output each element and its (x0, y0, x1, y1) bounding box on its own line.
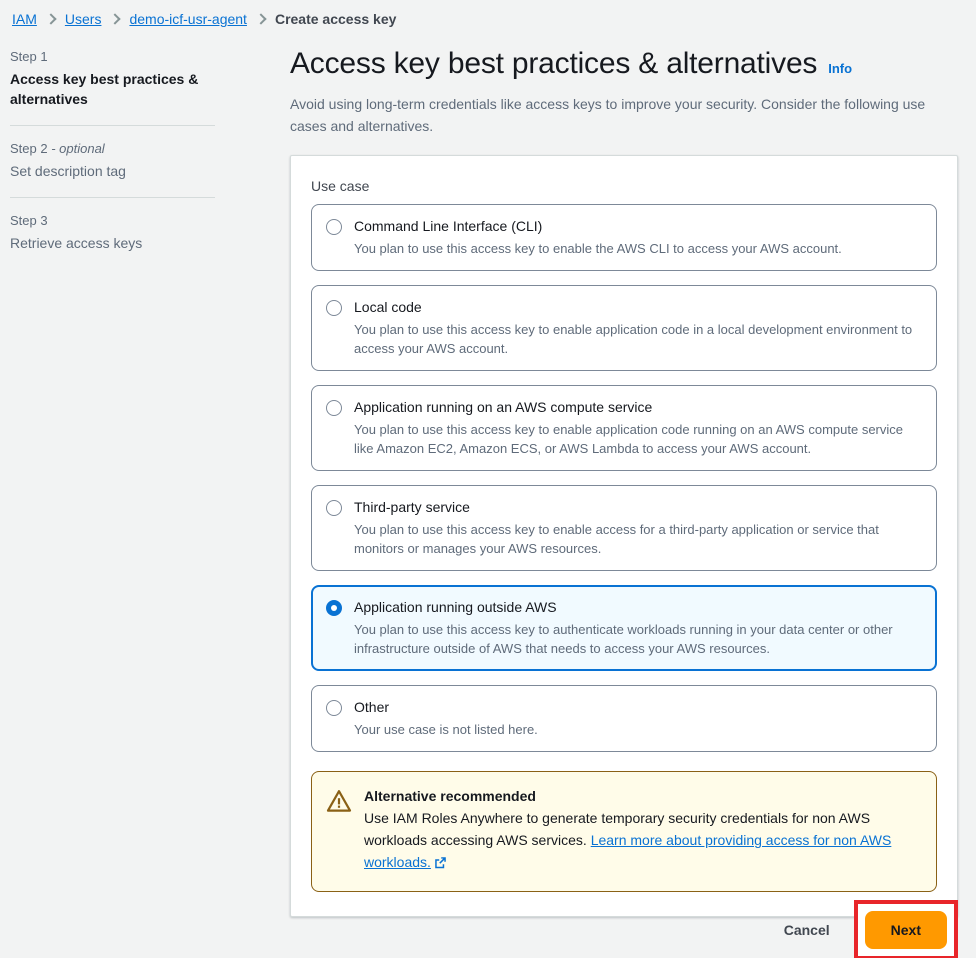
radio-option-title: Application running outside AWS (354, 599, 557, 615)
wizard-actions: Cancel Next (774, 900, 958, 958)
radio-icon-selected[interactable] (326, 600, 342, 616)
radio-icon[interactable] (326, 700, 342, 716)
chevron-right-icon (45, 13, 57, 25)
page-header: Access key best practices & alternatives… (290, 46, 958, 137)
chevron-right-icon (255, 13, 267, 25)
radio-option-description: You plan to use this access key to enabl… (354, 322, 913, 356)
radio-option-other[interactable]: Other Your use case is not listed here. (311, 685, 937, 752)
radio-icon[interactable] (326, 400, 342, 416)
next-button-highlight-annotation: Next (853, 900, 958, 958)
radio-option-description: You plan to use this access key to enabl… (354, 422, 903, 456)
radio-icon[interactable] (326, 219, 342, 235)
warning-triangle-icon (326, 788, 352, 814)
chevron-right-icon (109, 13, 121, 25)
alternative-recommended-alert: Alternative recommended Use IAM Roles An… (311, 771, 937, 892)
step-divider (10, 125, 215, 126)
radio-option-description: Your use case is not listed here. (354, 722, 538, 737)
radio-option-description: You plan to use this access key to enabl… (354, 241, 842, 256)
radio-option-local-code[interactable]: Local code You plan to use this access k… (311, 285, 937, 371)
wizard-step-2[interactable]: Step 2 - optional Set description tag (10, 140, 215, 181)
radio-icon[interactable] (326, 300, 342, 316)
create-access-key-page: IAM Users demo-icf-usr-agent Create acce… (0, 0, 976, 958)
radio-option-description: You plan to use this access key to enabl… (354, 522, 879, 556)
breadcrumb-item-iam[interactable]: IAM (12, 10, 37, 28)
radio-option-outside-aws[interactable]: Application running outside AWS You plan… (311, 585, 937, 671)
breadcrumb-item-user[interactable]: demo-icf-usr-agent (129, 10, 247, 28)
step-divider (10, 197, 215, 198)
cancel-button[interactable]: Cancel (774, 916, 840, 944)
radio-option-third-party-service[interactable]: Third-party service You plan to use this… (311, 485, 937, 571)
page-title: Access key best practices & alternatives (290, 47, 818, 80)
use-case-panel: Use case Command Line Interface (CLI) Yo… (290, 155, 958, 917)
info-link[interactable]: Info (828, 61, 852, 76)
breadcrumb-item-current: Create access key (274, 11, 397, 27)
alert-text: Use IAM Roles Anywhere to generate tempo… (364, 807, 920, 875)
radio-option-title: Application running on an AWS compute se… (354, 399, 653, 415)
radio-icon[interactable] (326, 500, 342, 516)
radio-option-title: Other (354, 699, 390, 715)
radio-option-title: Command Line Interface (CLI) (354, 218, 543, 234)
radio-option-title: Local code (354, 299, 422, 315)
alert-title: Alternative recommended (364, 788, 536, 804)
wizard-step-2-title: Set description tag (10, 163, 126, 179)
wizard-step-1[interactable]: Step 1 Access key best practices & alter… (10, 48, 215, 109)
wizard-step-1-title: Access key best practices & alternatives (10, 71, 199, 107)
next-button[interactable]: Next (864, 911, 947, 949)
breadcrumb: IAM Users demo-icf-usr-agent Create acce… (12, 10, 396, 28)
radio-option-aws-compute-service[interactable]: Application running on an AWS compute se… (311, 385, 937, 471)
wizard-step-3-title: Retrieve access keys (10, 235, 143, 251)
wizard-step-3[interactable]: Step 3 Retrieve access keys (10, 212, 215, 253)
page-description: Avoid using long-term credentials like a… (290, 96, 926, 134)
wizard-step-3-number: Step 3 (10, 213, 48, 228)
wizard-step-nav: Step 1 Access key best practices & alter… (10, 48, 215, 253)
radio-option-title: Third-party service (354, 499, 470, 515)
radio-option-cli[interactable]: Command Line Interface (CLI) You plan to… (311, 204, 937, 271)
breadcrumb-item-users[interactable]: Users (65, 10, 102, 28)
radio-option-description: You plan to use this access key to authe… (354, 622, 893, 656)
wizard-step-2-number: Step 2 - optional (10, 141, 105, 156)
external-link-icon (434, 853, 447, 875)
wizard-step-1-number: Step 1 (10, 49, 48, 64)
use-case-label: Use case (311, 178, 370, 194)
